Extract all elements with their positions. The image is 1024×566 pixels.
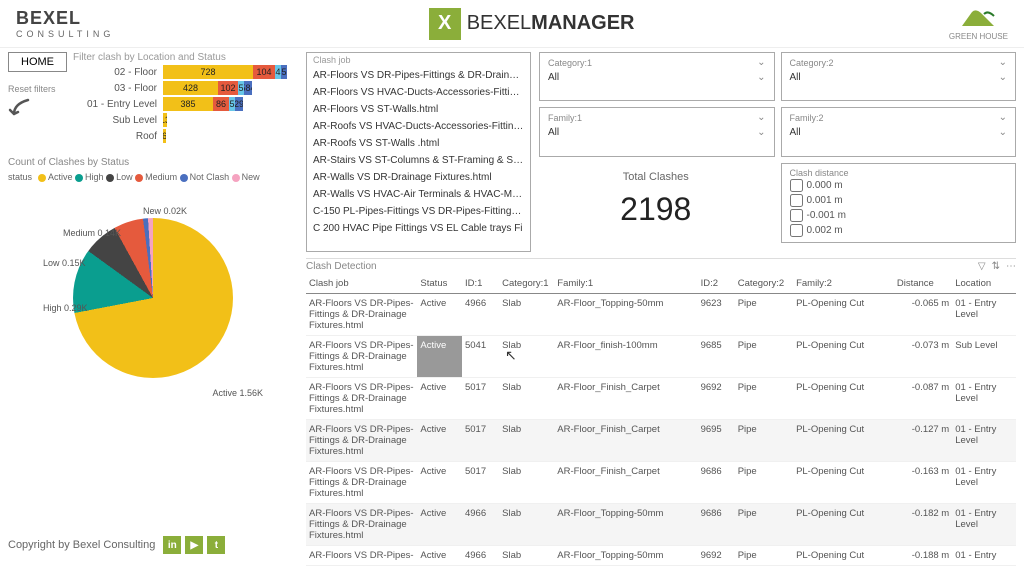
category2-filter[interactable]: Category:2⌄ All⌄ (781, 52, 1017, 101)
legend-item[interactable]: High (75, 172, 104, 182)
table-header[interactable]: Location (952, 274, 1016, 294)
detection-title: Clash Detection (306, 261, 377, 272)
legend-item[interactable]: Low (106, 172, 133, 182)
table-header[interactable]: Clash job (306, 274, 417, 294)
logo-right: GREEN HOUSE (949, 6, 1008, 41)
table-header[interactable]: Family:2 (793, 274, 894, 294)
clash-job-item[interactable]: AR-Stairs VS ST-Columns & ST-Framing & S… (307, 152, 530, 169)
table-header[interactable]: Status (417, 274, 462, 294)
app-header: BEXEL CONSULTING X BEXELMANAGER GREEN HO… (0, 0, 1024, 48)
chevron-down-icon[interactable]: ⌄ (757, 127, 765, 138)
total-value: 2198 (547, 191, 765, 228)
table-row[interactable]: AR-Floors VS DR-Pipes-Fittings & DR-Drai… (306, 462, 1016, 504)
location-bars: 02 - Floor72810445 03 - Floor4281025584 01… (73, 65, 298, 143)
chevron-down-icon[interactable]: ⌄ (999, 127, 1007, 138)
logo-left-sub: CONSULTING (16, 29, 114, 39)
clash-job-list[interactable]: Clash job AR-Floors VS DR-Pipes-Fittings… (306, 52, 531, 252)
chevron-down-icon: ⌄ (757, 57, 765, 68)
legend-item[interactable]: Active (38, 172, 73, 182)
bar-row[interactable]: 02 - Floor72810445 (73, 65, 298, 79)
logo-center-light: BEXEL (467, 12, 531, 34)
table-row[interactable]: AR-Floors VS DR-Pipes-Fittings & DR-Drai… (306, 504, 1016, 546)
table-header[interactable]: ID:1 (462, 274, 499, 294)
table-header[interactable]: Category:2 (735, 274, 793, 294)
chevron-down-icon: ⌄ (757, 112, 765, 123)
logo-left: BEXEL CONSULTING (16, 8, 114, 39)
pie-label-high: High 0.29K (43, 303, 88, 313)
clash-job-item[interactable]: C 200 HVAC Pipe Fittings VS EL Cable tra… (307, 220, 530, 237)
logo-center-bold: MANAGER (531, 12, 634, 34)
greenhouse-icon (958, 6, 998, 30)
pie-label-new: New 0.02K (143, 206, 187, 216)
pie-label-low: Low 0.15K (43, 258, 86, 268)
legend-label: status (8, 172, 32, 182)
bar-row[interactable]: Roof6 (73, 129, 298, 143)
distance-label: Clash distance (790, 168, 1008, 178)
detection-grid[interactable]: Clash jobStatusID:1Category:1Family:1ID:… (306, 274, 1016, 566)
chevron-down-icon: ⌄ (999, 112, 1007, 123)
back-arrow-icon[interactable] (8, 94, 40, 126)
pie-label-active: Active 1.56K (212, 388, 263, 398)
logo-left-main: BEXEL (16, 8, 114, 29)
distance-option[interactable]: -0.001 m (790, 208, 1008, 223)
clash-job-item[interactable]: AR-Floors VS DR-Pipes-Fittings & DR-Drai… (307, 67, 530, 84)
distance-option[interactable]: 0.002 m (790, 223, 1008, 238)
more-icon[interactable]: ⋯ (1006, 261, 1016, 272)
sort-icon[interactable]: ⇅ (992, 261, 1000, 272)
clash-job-item[interactable]: AR-Walls VS DR-Drainage Fixtures.html (307, 169, 530, 186)
family2-filter[interactable]: Family:2⌄ All⌄ (781, 107, 1017, 156)
family1-filter[interactable]: Family:1⌄ All⌄ (539, 107, 775, 156)
clash-detection-table: Clash Detection ▽ ⇅ ⋯ Clash jobStatusID:… (306, 258, 1016, 566)
chevron-down-icon[interactable]: ⌄ (999, 72, 1007, 83)
bar-row[interactable]: 01 - Entry Level38586529 (73, 97, 298, 111)
clash-job-item[interactable]: AR-Floors VS ST-Walls.html (307, 101, 530, 118)
status-legend: status Active High Low Medium Not Clash … (8, 172, 298, 182)
clash-job-item[interactable]: AR-Floors VS HVAC-Ducts-Accessories-Fitt… (307, 84, 530, 101)
chevron-down-icon[interactable]: ⌄ (757, 72, 765, 83)
pie-title: Count of Clashes by Status (8, 157, 298, 168)
twitter-icon[interactable]: t (207, 536, 225, 554)
bar-row[interactable]: Sub Level13 (73, 113, 298, 127)
table-row[interactable]: AR-Floors VS DR-Pipes-Fittings & DR-Drai… (306, 420, 1016, 462)
table-header[interactable]: Distance (894, 274, 952, 294)
total-label: Total Clashes (547, 171, 765, 183)
clash-job-title: Clash job (307, 53, 530, 67)
pie-graphic (73, 218, 233, 378)
linkedin-icon[interactable]: in (163, 536, 181, 554)
legend-item[interactable]: Not Clash (180, 172, 230, 182)
table-header[interactable]: Family:1 (554, 274, 697, 294)
clash-job-item[interactable]: AR-Roofs VS ST-Walls .html (307, 135, 530, 152)
status-pie-chart[interactable]: Active 1.56K High 0.29K Low 0.15K Medium… (43, 188, 263, 408)
table-row[interactable]: AR-Floors VS DR-Pipes-Active4966SlabAR-F… (306, 546, 1016, 566)
chevron-down-icon: ⌄ (999, 57, 1007, 68)
legend-item[interactable]: Medium (135, 172, 177, 182)
table-row[interactable]: AR-Floors VS DR-Pipes-Fittings & DR-Drai… (306, 378, 1016, 420)
clash-job-item[interactable]: AR-Walls VS HVAC-Air Terminals & HVAC-Me… (307, 186, 530, 203)
distance-option[interactable]: 0.001 m (790, 193, 1008, 208)
bar-row[interactable]: 03 - Floor4281025584 (73, 81, 298, 95)
youtube-icon[interactable]: ▶ (185, 536, 203, 554)
distance-option[interactable]: 0.000 m (790, 178, 1008, 193)
home-button[interactable]: HOME (8, 52, 67, 72)
table-header[interactable]: ID:2 (698, 274, 735, 294)
reset-filters-label: Reset filters (8, 84, 67, 94)
category1-filter[interactable]: Category:1⌄ All⌄ (539, 52, 775, 101)
bexel-x-icon: X (429, 8, 461, 40)
copyright-text: Copyright by Bexel Consulting (8, 539, 155, 551)
logo-right-text: GREEN HOUSE (949, 32, 1008, 41)
pie-label-medium: Medium 0.14K (63, 228, 121, 238)
clash-job-item[interactable]: C-150 PL-Pipes-Fittings VS DR-Pipes-Fitt… (307, 203, 530, 220)
clash-job-item[interactable]: AR-Roofs VS HVAC-Ducts-Accessories-Fitti… (307, 118, 530, 135)
logo-center: X BEXELMANAGER (429, 8, 635, 40)
table-row[interactable]: AR-Floors VS DR-Pipes-Fittings & DR-Drai… (306, 336, 1016, 378)
filter-icon[interactable]: ▽ (978, 261, 986, 272)
total-clashes-card: Total Clashes 2198 (539, 163, 773, 236)
footer: Copyright by Bexel Consulting in ▶ t (8, 530, 298, 554)
clash-distance-filter[interactable]: Clash distance 0.000 m0.001 m-0.001 m0.0… (781, 163, 1017, 243)
table-row[interactable]: AR-Floors VS DR-Pipes-Fittings & DR-Drai… (306, 294, 1016, 336)
table-header[interactable]: Category:1 (499, 274, 554, 294)
filter-title: Filter clash by Location and Status (73, 52, 298, 63)
legend-item[interactable]: New (232, 172, 260, 182)
